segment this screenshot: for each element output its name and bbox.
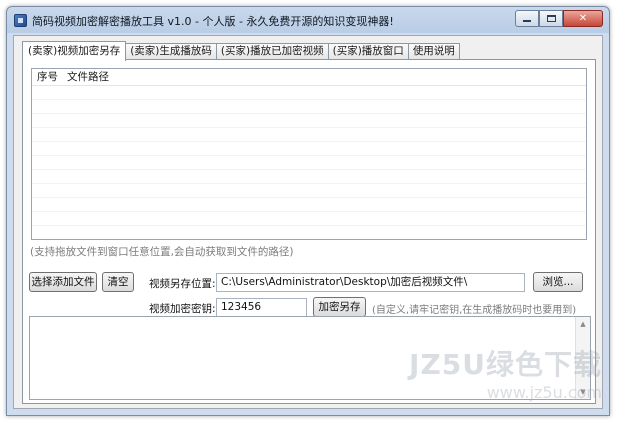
tab-strip: (卖家)视频加密另存 (卖家)生成播放码 (买家)播放已加密视频 (买家)播放窗… xyxy=(22,41,460,61)
tab-panel: 序号 文件路径 (支持拖放文件到窗口任意位置,会自动获取到文件的路径) 选择添加… xyxy=(22,59,596,404)
tab-seller-generate-play-code[interactable]: (卖家)生成播放码 xyxy=(125,43,217,60)
save-path-input[interactable]: C:\Users\Administrator\Desktop\加密后视频文件\ xyxy=(216,273,525,292)
browse-button[interactable]: 浏览... xyxy=(533,272,583,292)
scroll-down-arrow-icon[interactable]: ▼ xyxy=(576,385,590,399)
clear-button[interactable]: 清空 xyxy=(102,272,134,292)
file-list[interactable]: 序号 文件路径 xyxy=(31,68,587,240)
file-list-header: 序号 文件路径 xyxy=(32,69,586,86)
maximize-button[interactable] xyxy=(539,10,563,27)
title-bar[interactable]: 简码视频加密解密播放工具 v1.0 - 个人版 - 永久免费开源的知识变现神器!… xyxy=(7,7,609,33)
encryption-key-input[interactable]: 123456 xyxy=(216,298,307,317)
drag-drop-hint: (支持拖放文件到窗口任意位置,会自动获取到文件的路径) xyxy=(30,246,294,258)
app-icon xyxy=(14,14,27,27)
minimize-icon xyxy=(523,20,531,22)
save-path-label: 视频另存位置: xyxy=(149,278,216,290)
tab-buyer-play-encrypted[interactable]: (买家)播放已加密视频 xyxy=(215,43,329,60)
tab-buyer-play-window[interactable]: (买家)播放窗口 xyxy=(327,43,409,60)
column-header-index[interactable]: 序号 xyxy=(32,69,62,85)
add-files-button[interactable]: 选择添加文件 xyxy=(29,272,97,292)
encrypt-save-button[interactable]: 加密另存 xyxy=(313,297,366,317)
column-header-file-path[interactable]: 文件路径 xyxy=(62,69,262,85)
app-window: 简码视频加密解密播放工具 v1.0 - 个人版 - 永久免费开源的知识变现神器!… xyxy=(6,6,610,416)
close-button[interactable]: ✕ xyxy=(563,10,603,27)
maximize-icon xyxy=(546,15,556,22)
encryption-key-note: (自定义,请牢记密钥,在生成播放码时也要用到) xyxy=(372,305,577,316)
client-area: (卖家)视频加密另存 (卖家)生成播放码 (买家)播放已加密视频 (买家)播放窗… xyxy=(13,35,603,409)
close-icon: ✕ xyxy=(578,12,588,24)
scroll-up-arrow-icon[interactable]: ▲ xyxy=(576,317,590,331)
file-list-rows[interactable] xyxy=(32,86,586,239)
tab-seller-encrypt-save[interactable]: (卖家)视频加密另存 xyxy=(22,41,127,61)
tab-instructions[interactable]: 使用说明 xyxy=(407,43,460,60)
log-output[interactable]: ▲ ▼ xyxy=(29,316,591,400)
window-title: 简码视频加密解密播放工具 v1.0 - 个人版 - 永久免费开源的知识变现神器! xyxy=(32,15,394,28)
minimize-button[interactable] xyxy=(515,10,539,27)
log-scrollbar[interactable]: ▲ ▼ xyxy=(575,317,590,399)
encryption-key-label: 视频加密密钥: xyxy=(149,303,216,315)
window-controls: ✕ xyxy=(515,10,603,28)
